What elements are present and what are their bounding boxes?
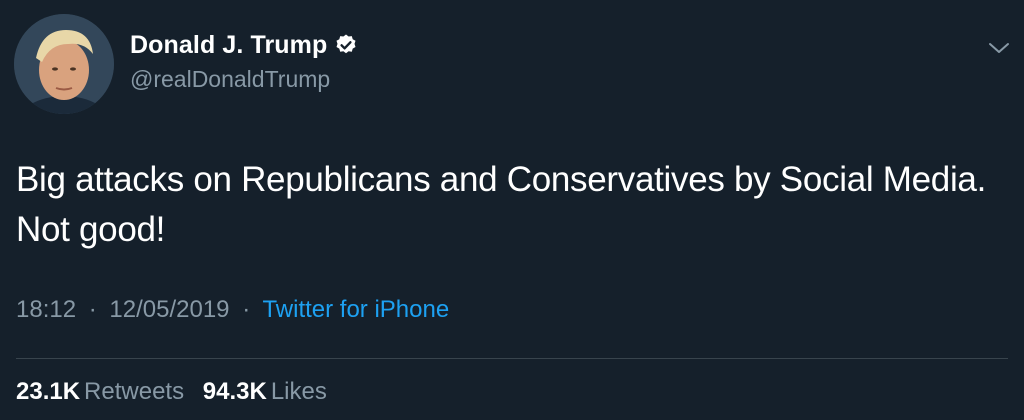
tweet-card: Donald J. Trump @realDonaldTrump Big att… xyxy=(0,0,1024,420)
user-handle[interactable]: @realDonaldTrump xyxy=(130,66,358,93)
tweet-source-link[interactable]: Twitter for iPhone xyxy=(262,296,449,323)
tweet-stats: 23.1K Retweets 94.3K Likes xyxy=(16,378,339,406)
profile-avatar[interactable] xyxy=(14,14,114,114)
tweet-time[interactable]: 18:12 xyxy=(16,296,76,323)
meta-separator: · xyxy=(242,296,251,323)
retweets-count: 23.1K xyxy=(16,378,81,405)
likes-count: 94.3K xyxy=(202,378,267,405)
likes-stat[interactable]: 94.3K Likes xyxy=(203,378,327,406)
meta-separator: · xyxy=(88,296,97,323)
avatar-image xyxy=(14,14,114,114)
display-name[interactable]: Donald J. Trump xyxy=(130,31,327,60)
verified-badge-icon xyxy=(334,33,358,57)
tweet-text-line: Not good! xyxy=(16,210,166,249)
tweet-text-line: Big attacks on Republicans and Conservat… xyxy=(16,160,987,199)
tweet-meta: 18:12 · 12/05/2019 · Twitter for iPhone xyxy=(16,296,449,324)
retweets-label: Retweets xyxy=(84,378,185,405)
chevron-down-icon[interactable] xyxy=(986,38,1012,58)
tweet-date[interactable]: 12/05/2019 xyxy=(109,296,229,323)
divider xyxy=(16,358,1008,359)
name-row: Donald J. Trump xyxy=(130,30,358,60)
retweets-stat[interactable]: 23.1K Retweets xyxy=(16,378,184,406)
likes-label: Likes xyxy=(270,378,327,405)
author-block[interactable]: Donald J. Trump @realDonaldTrump xyxy=(130,30,358,93)
tweet-text: Big attacks on Republicans and Conservat… xyxy=(16,155,1016,255)
